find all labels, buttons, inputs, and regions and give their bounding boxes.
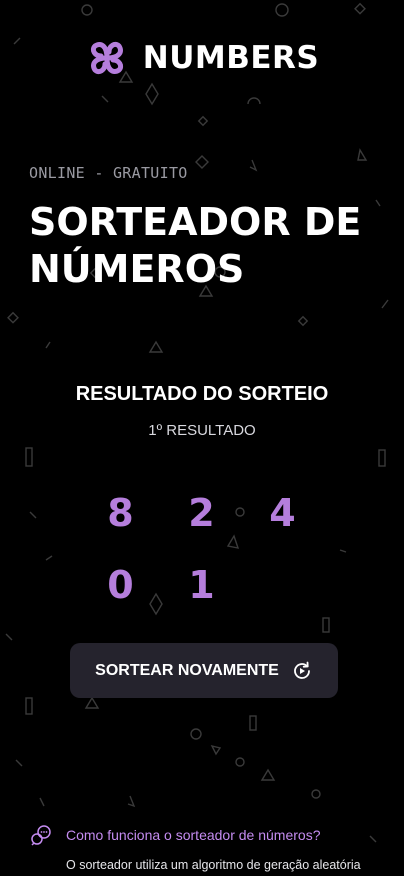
faq-section: Como funciona o sorteador de números? O … [30, 824, 380, 875]
header: NUMBERS [0, 36, 404, 80]
drawn-number: 4 [269, 491, 296, 535]
drawn-number: 2 [188, 491, 215, 535]
drawn-number: 1 [188, 563, 215, 607]
drawn-number: 0 [107, 563, 134, 607]
refresh-icon [293, 661, 310, 679]
draw-again-button[interactable]: SORTEAR NOVAMENTE [70, 643, 338, 698]
page-title: SORTEADOR DE NÚMEROS [29, 200, 362, 291]
chat-bubbles-icon [31, 825, 51, 846]
drawn-numbers: 8 2 4 0 1 [80, 488, 324, 610]
drawn-number: 8 [107, 491, 134, 535]
hero-eyebrow: ONLINE - GRATUITO [29, 164, 188, 182]
flower-logo-icon [90, 41, 123, 75]
brand-name: NUMBERS [142, 40, 320, 76]
faq-question-link[interactable]: Como funciona o sorteador de números? [66, 827, 320, 843]
result-subheading: 1º RESULTADO [148, 422, 256, 439]
result-heading: RESULTADO DO SORTEIO [75, 383, 329, 405]
draw-again-label: SORTEAR NOVAMENTE [95, 661, 279, 679]
faq-answer: O sorteador utiliza um algoritmo de gera… [66, 858, 361, 872]
